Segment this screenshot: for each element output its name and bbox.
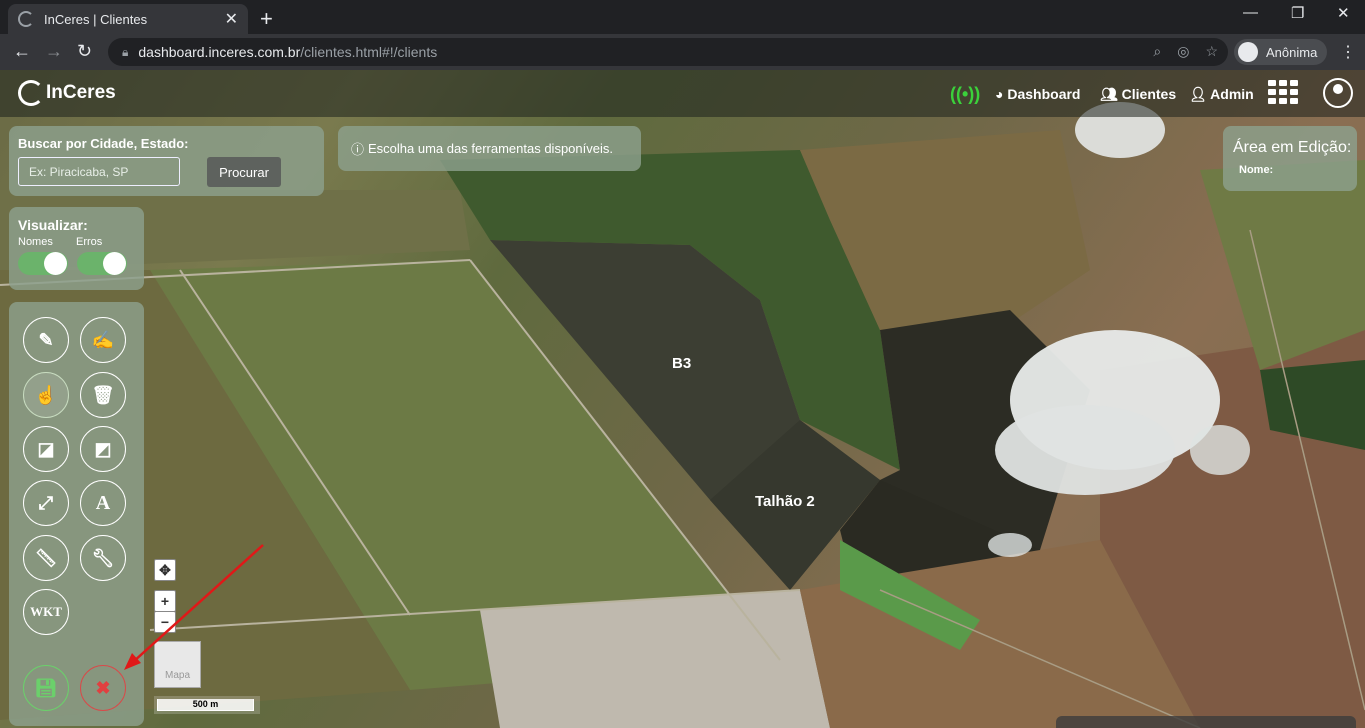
annotation-arrow (124, 544, 264, 670)
bottom-panel-edge (1056, 716, 1356, 728)
